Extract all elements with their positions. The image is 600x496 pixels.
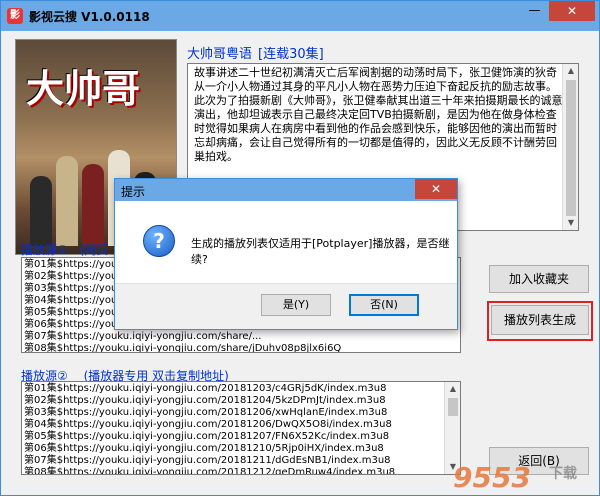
- yes-button[interactable]: 是(Y): [261, 294, 331, 316]
- list-item[interactable]: 第07集$https://youku.iqiyi-yongjiu.com/sha…: [24, 331, 341, 343]
- dialog-title: 提示: [121, 185, 146, 199]
- watermark-brand: 9553: [453, 461, 531, 494]
- poster-figure: [56, 156, 78, 246]
- window-title: 影视云搜 V1.0.0118: [29, 10, 150, 24]
- dialog-footer: 是(Y) 否(N): [115, 283, 457, 329]
- question-icon: ?: [143, 225, 175, 257]
- episode-count: [连载30集]: [258, 47, 324, 62]
- scroll-up-icon[interactable]: ▲: [445, 382, 460, 396]
- poster-figure: [82, 164, 104, 246]
- list-item[interactable]: 第08集$https://youku.iqiyi-yongjiu.com/201…: [24, 467, 395, 474]
- close-button[interactable]: ✕: [549, 1, 595, 21]
- dialog-title-bar[interactable]: 提示 ✕: [115, 179, 457, 201]
- dialog-message: 生成的播放列表仅适用于[Potplayer]播放器，是否继续?: [191, 237, 450, 266]
- add-favorite-button[interactable]: 加入收藏夹: [489, 265, 589, 293]
- source2-rows: 第01集$https://youku.iqiyi-yongjiu.com/201…: [24, 383, 395, 474]
- dialog-close-button[interactable]: ✕: [415, 179, 457, 199]
- poster-figure: [30, 176, 52, 246]
- confirm-dialog: 提示 ✕ ? 生成的播放列表仅适用于[Potplayer]播放器，是否继续? 是…: [114, 178, 458, 330]
- minimize-button[interactable]: —: [521, 1, 548, 21]
- title-bar[interactable]: 影 影视云搜 V1.0.0118 — ✕: [1, 1, 599, 31]
- show-title: 大帅哥粤语 [连载30集]: [187, 43, 324, 62]
- scroll-thumb[interactable]: [448, 398, 458, 416]
- list-item[interactable]: 第07集$https://youku.iqiyi-yongjiu.com/201…: [24, 455, 395, 467]
- poster-title: 大帅哥: [26, 66, 141, 111]
- list-item[interactable]: 第04集$https://youku.iqiyi-yongjiu.com/201…: [24, 419, 395, 431]
- scroll-thumb[interactable]: [566, 80, 576, 216]
- no-button[interactable]: 否(N): [349, 294, 419, 316]
- source2-list[interactable]: 第01集$https://youku.iqiyi-yongjiu.com/201…: [21, 381, 461, 475]
- list-item[interactable]: 第08集$https://youku.iqiyi-yongjiu.com/sha…: [24, 343, 341, 352]
- scroll-down-icon[interactable]: ▼: [563, 216, 579, 230]
- show-name: 大帅哥粤语: [187, 47, 253, 62]
- source1-heading: 播放源① (网页: [21, 241, 108, 258]
- watermark-suffix: 下载: [549, 466, 577, 482]
- highlight-box: [487, 301, 593, 341]
- list-item[interactable]: 第01集$https://youku.iqiyi-yongjiu.com/201…: [24, 383, 395, 395]
- list-item[interactable]: 第02集$https://youku.iqiyi-yongjiu.com/201…: [24, 395, 395, 407]
- list-item[interactable]: 第03集$https://youku.iqiyi-yongjiu.com/201…: [24, 407, 395, 419]
- app-icon: 影: [7, 8, 23, 24]
- description-text: 故事讲述二十世纪初满清灭亡后军阀割据的动荡时局下，张卫健饰演的狄奇从一介小人物通…: [194, 66, 563, 163]
- scroll-up-icon[interactable]: ▲: [563, 64, 579, 78]
- list-item[interactable]: 第06集$https://youku.iqiyi-yongjiu.com/201…: [24, 443, 395, 455]
- list-item[interactable]: 第05集$https://youku.iqiyi-yongjiu.com/201…: [24, 431, 395, 443]
- source1-hint: (网页: [79, 243, 109, 257]
- description-scrollbar[interactable]: ▲ ▼: [562, 64, 578, 230]
- source1-label: 播放源①: [21, 243, 68, 257]
